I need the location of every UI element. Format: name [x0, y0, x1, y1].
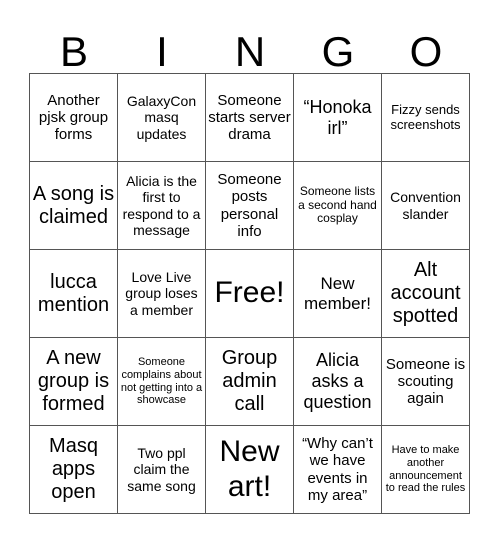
- header-letter-n: N: [234, 28, 266, 75]
- bingo-cell[interactable]: lucca mention: [30, 250, 118, 338]
- bingo-cell[interactable]: GalaxyCon masq updates: [118, 74, 206, 162]
- bingo-cell[interactable]: Have to make another announcement to rea…: [382, 426, 470, 514]
- bingo-cell[interactable]: Someone complains about not getting into…: [118, 338, 206, 426]
- bingo-cell[interactable]: Fizzy sends screenshots: [382, 74, 470, 162]
- bingo-cell[interactable]: Two ppl claim the same song: [118, 426, 206, 514]
- bingo-cell[interactable]: Group admin call: [206, 338, 294, 426]
- free-space[interactable]: Free!: [206, 250, 294, 338]
- bingo-cell[interactable]: Alt account spotted: [382, 250, 470, 338]
- bingo-cell[interactable]: Someone is scouting again: [382, 338, 470, 426]
- bingo-header: B I N G O: [30, 30, 470, 74]
- bingo-cell[interactable]: “Why can’t we have events in my area”: [294, 426, 382, 514]
- bingo-cell[interactable]: Someone starts server drama: [206, 74, 294, 162]
- bingo-cell[interactable]: Someone posts personal info: [206, 162, 294, 250]
- bingo-cell[interactable]: Alicia is the first to respond to a mess…: [118, 162, 206, 250]
- bingo-cell[interactable]: New member!: [294, 250, 382, 338]
- bingo-cell[interactable]: Alicia asks a question: [294, 338, 382, 426]
- bingo-cell[interactable]: Love Live group loses a member: [118, 250, 206, 338]
- bingo-cell[interactable]: Convention slander: [382, 162, 470, 250]
- bingo-cell[interactable]: “Honoka irl”: [294, 74, 382, 162]
- bingo-board: Another pjsk group forms GalaxyCon masq …: [29, 73, 470, 514]
- header-letter-b: B: [59, 28, 88, 75]
- header-letter-g: G: [321, 28, 355, 75]
- bingo-cell[interactable]: A song is claimed: [30, 162, 118, 250]
- header-letter-i: I: [156, 28, 168, 75]
- bingo-cell[interactable]: Someone lists a second hand cosplay: [294, 162, 382, 250]
- bingo-cell[interactable]: Masq apps open: [30, 426, 118, 514]
- bingo-cell[interactable]: New art!: [206, 426, 294, 514]
- header-letter-o: O: [409, 28, 443, 75]
- bingo-cell[interactable]: A new group is formed: [30, 338, 118, 426]
- bingo-cell[interactable]: Another pjsk group forms: [30, 74, 118, 162]
